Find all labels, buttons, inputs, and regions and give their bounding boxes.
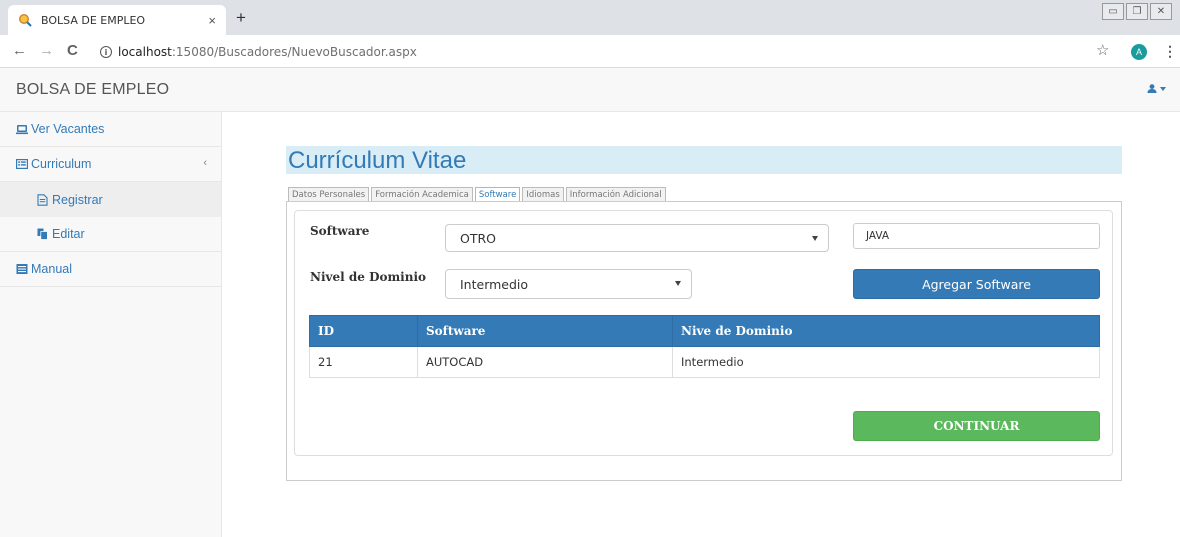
tab-idiomas[interactable]: Idiomas [522, 187, 564, 202]
tab-close-icon[interactable]: × [208, 13, 216, 28]
column-header-id[interactable]: ID [309, 315, 418, 347]
user-icon [1147, 84, 1157, 93]
brand-title[interactable]: BOLSA DE EMPLEO [16, 81, 169, 99]
sidebar-item-label: Registrar [52, 192, 103, 207]
url-host: localhost [118, 45, 172, 59]
sidebar-item-registrar[interactable]: Registrar [0, 182, 221, 217]
profile-avatar[interactable]: A [1131, 44, 1147, 60]
browser-tabbar: BOLSA DE EMPLEO × + ▭ ❐ ✕ [0, 0, 1180, 35]
user-menu[interactable] [1147, 84, 1166, 93]
bookmark-star-icon[interactable]: ☆ [1096, 43, 1109, 59]
column-header-level[interactable]: Nive de Dominio [672, 315, 1100, 347]
close-window-icon[interactable]: ✕ [1150, 3, 1172, 20]
address-bar: ← → C i localhost :15080/Buscadores/Nuev… [0, 35, 1180, 68]
back-icon[interactable]: ← [12, 43, 27, 59]
minimize-icon[interactable]: ▭ [1102, 3, 1124, 20]
sidebar-item-manual[interactable]: Manual [0, 252, 221, 287]
sidebar-item-label: Manual [31, 262, 72, 276]
cell-level: Intermedio [672, 346, 1100, 378]
table-header-row: ID Software Nive de Dominio [309, 315, 1100, 347]
continue-button[interactable]: CONTINUAR [853, 411, 1100, 441]
new-tab-icon[interactable]: + [236, 9, 246, 26]
app-navbar: BOLSA DE EMPLEO [0, 68, 1180, 112]
forward-icon[interactable]: → [39, 43, 54, 59]
url-path: :15080/Buscadores/NuevoBuscador.aspx [171, 45, 417, 59]
browser-menu-icon[interactable]: ⋮ [1163, 43, 1177, 59]
dropdown-arrow-icon [675, 281, 681, 286]
sidebar-item-label: Curriculum [31, 157, 92, 171]
page-title: Currículum Vitae [288, 147, 467, 174]
software-table: ID Software Nive de Dominio 21 AUTOCAD I… [309, 315, 1100, 378]
dropdown-arrow-icon [812, 236, 818, 241]
copy-icon [37, 228, 48, 240]
cell-software: AUTOCAD [417, 346, 673, 378]
sidebar-item-editar[interactable]: Editar [0, 217, 221, 252]
url-field[interactable]: i localhost :15080/Buscadores/NuevoBusca… [100, 41, 1080, 63]
sidebar-item-label: Editar [52, 227, 85, 241]
monitor-icon [16, 125, 28, 135]
restore-icon[interactable]: ❐ [1126, 3, 1148, 20]
level-select[interactable]: Intermedio [445, 269, 692, 299]
sidebar-item-curriculum[interactable]: Curriculum ‹ [0, 147, 221, 182]
sidebar-item-ver-vacantes[interactable]: Ver Vacantes [0, 112, 221, 147]
cell-id: 21 [309, 346, 418, 378]
add-software-button[interactable]: Agregar Software [853, 269, 1100, 299]
chevron-down-icon [1160, 86, 1166, 91]
list-alt-icon [16, 159, 28, 170]
search-favicon-icon [18, 13, 32, 27]
software-select[interactable]: OTRO [445, 224, 829, 252]
cv-tabs: Datos Personales Formación Academica Sof… [288, 187, 666, 202]
other-software-input[interactable]: JAVA [853, 223, 1100, 249]
chevron-left-icon: ‹ [203, 157, 207, 169]
other-software-value: JAVA [866, 230, 890, 242]
browser-tab[interactable]: BOLSA DE EMPLEO × [8, 5, 226, 35]
tab-software[interactable]: Software [474, 187, 521, 202]
table-row[interactable]: 21 AUTOCAD Intermedio [309, 346, 1100, 378]
software-label: Software [310, 224, 370, 238]
column-header-software[interactable]: Software [417, 315, 673, 347]
tab-formacion-academica[interactable]: Formación Academica [371, 187, 473, 202]
window-controls: ▭ ❐ ✕ [1102, 3, 1172, 20]
info-icon[interactable]: i [100, 46, 112, 58]
file-icon [37, 193, 48, 206]
software-select-value: OTRO [460, 230, 496, 246]
tab-informacion-adicional[interactable]: Información Adicional [565, 187, 666, 202]
level-label: Nivel de Dominio [310, 270, 427, 284]
level-select-value: Intermedio [460, 276, 529, 292]
tasks-icon [16, 264, 28, 274]
sidebar: Ver Vacantes Curriculum ‹ Registrar Edit… [0, 112, 222, 537]
tab-datos-personales[interactable]: Datos Personales [288, 187, 370, 202]
sidebar-item-label: Ver Vacantes [31, 122, 105, 136]
browser-tab-title: BOLSA DE EMPLEO [41, 13, 146, 27]
reload-icon[interactable]: C [67, 43, 78, 59]
